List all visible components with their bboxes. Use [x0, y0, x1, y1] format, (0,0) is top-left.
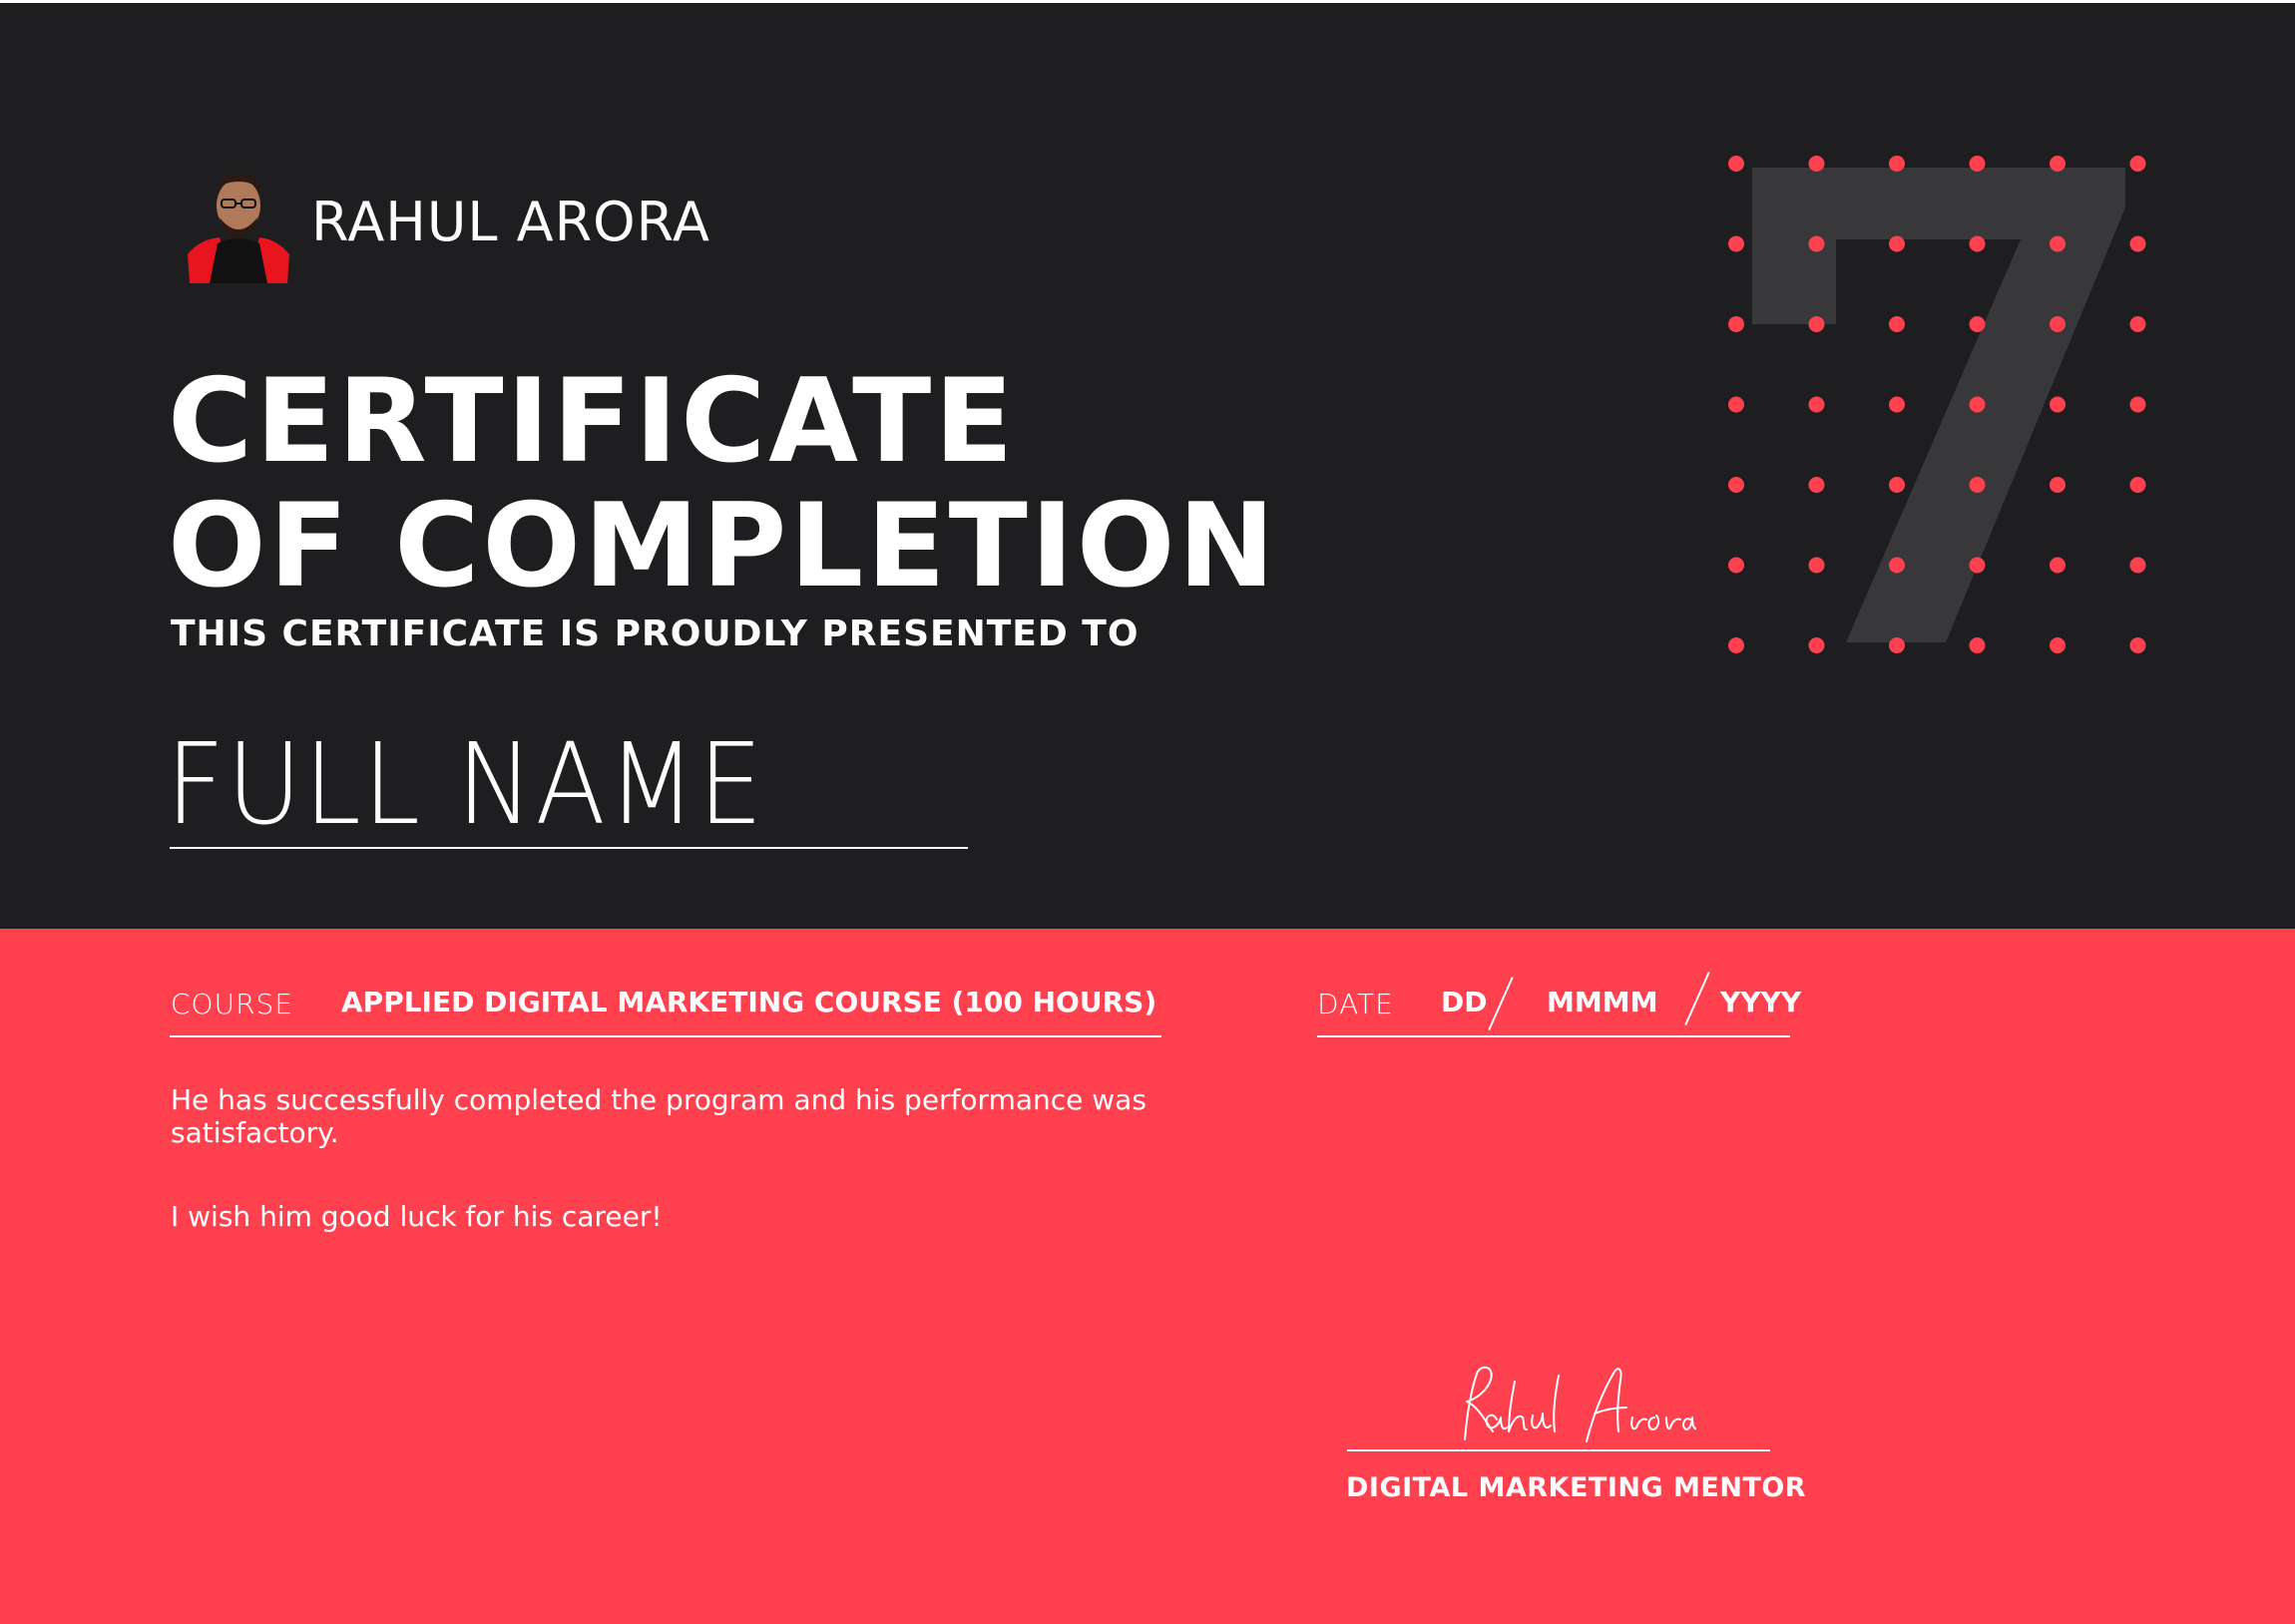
grid-dot: [2050, 316, 2066, 332]
grid-dot: [2129, 637, 2146, 653]
grid-dot: [2050, 396, 2066, 413]
grid-dot: [2129, 557, 2146, 574]
signature-image: [1464, 1366, 1696, 1442]
date-day: DD: [1441, 986, 1488, 1018]
wish-message: I wish him good luck for his career!: [171, 1200, 663, 1233]
brand: RAHUL ARORA: [180, 160, 710, 283]
grid-dot: [1889, 557, 1905, 574]
date-month: MMMM: [1547, 986, 1658, 1018]
grid-dot: [1889, 235, 1905, 252]
grid-dot: [1969, 557, 1986, 574]
grid-dot: [1808, 235, 1825, 252]
grid-dot: [1808, 316, 1825, 332]
grid-dot: [1889, 396, 1905, 413]
grid-dot: [1889, 156, 1905, 172]
grid-dot: [1808, 156, 1825, 172]
grid-dot: [1808, 557, 1825, 574]
grid-dot: [1728, 557, 1744, 574]
course-name: APPLIED DIGITAL MARKETING COURSE (100 HO…: [341, 986, 1157, 1018]
grid-dot: [1808, 477, 1825, 493]
grid-dot: [2129, 156, 2146, 172]
grid-dot: [2050, 637, 2066, 653]
grid-dot: [1969, 156, 1986, 172]
completion-message: He has successfully completed the progra…: [171, 1083, 1147, 1149]
grid-dot: [1728, 316, 1744, 332]
signature-line: [1347, 1449, 1770, 1451]
signer-role: DIGITAL MARKETING MENTOR: [1346, 1472, 1807, 1503]
grid-dot: [2129, 477, 2146, 493]
grid-dot: [1889, 477, 1905, 493]
presented-to-text: THIS CERTIFICATE IS PROUDLY PRESENTED TO: [171, 613, 1140, 654]
grid-dot: [2129, 396, 2146, 413]
grid-dot: [1728, 637, 1744, 653]
grid-dot: [2050, 477, 2066, 493]
grid-dot: [2050, 235, 2066, 252]
grid-dot: [2050, 557, 2066, 574]
grid-dot: [1969, 637, 1986, 653]
grid-dot: [2129, 235, 2146, 252]
grid-dot: [1728, 396, 1744, 413]
grid-dot: [2050, 156, 2066, 172]
course-label: COURSE: [171, 988, 294, 1020]
grid-dot: [1728, 156, 1744, 172]
date-label: DATE: [1317, 988, 1394, 1020]
certificate-page: RAHUL ARORA CERTIFICATE OF COMPLETION TH…: [0, 0, 2295, 1624]
title-line-2: OF COMPLETION: [168, 479, 1278, 613]
grid-dot: [1728, 477, 1744, 493]
brand-name: RAHUL ARORA: [311, 190, 710, 253]
title-line-1: CERTIFICATE: [168, 354, 1017, 489]
grid-dot: [1889, 316, 1905, 332]
grid-dot: [1969, 235, 1986, 252]
dot-grid-icon: [1728, 156, 2146, 653]
profile-photo-icon: [181, 164, 296, 283]
recipient-name: FULL NAME: [166, 720, 765, 850]
date-underline: [1317, 1035, 1790, 1037]
grid-dot: [1728, 235, 1744, 252]
grid-dot: [1969, 396, 1986, 413]
grid-dot: [1808, 396, 1825, 413]
recipient-underline: [170, 847, 968, 849]
certificate-title: CERTIFICATE OF COMPLETION: [168, 359, 1278, 609]
details-panel: [0, 929, 2295, 1624]
grid-dot: [1969, 316, 1986, 332]
grid-dot: [1808, 637, 1825, 653]
grid-dot: [1889, 637, 1905, 653]
grid-dot: [1969, 477, 1986, 493]
grid-dot: [2129, 316, 2146, 332]
course-underline: [170, 1035, 1161, 1037]
date-year: YYYY: [1720, 986, 1802, 1018]
